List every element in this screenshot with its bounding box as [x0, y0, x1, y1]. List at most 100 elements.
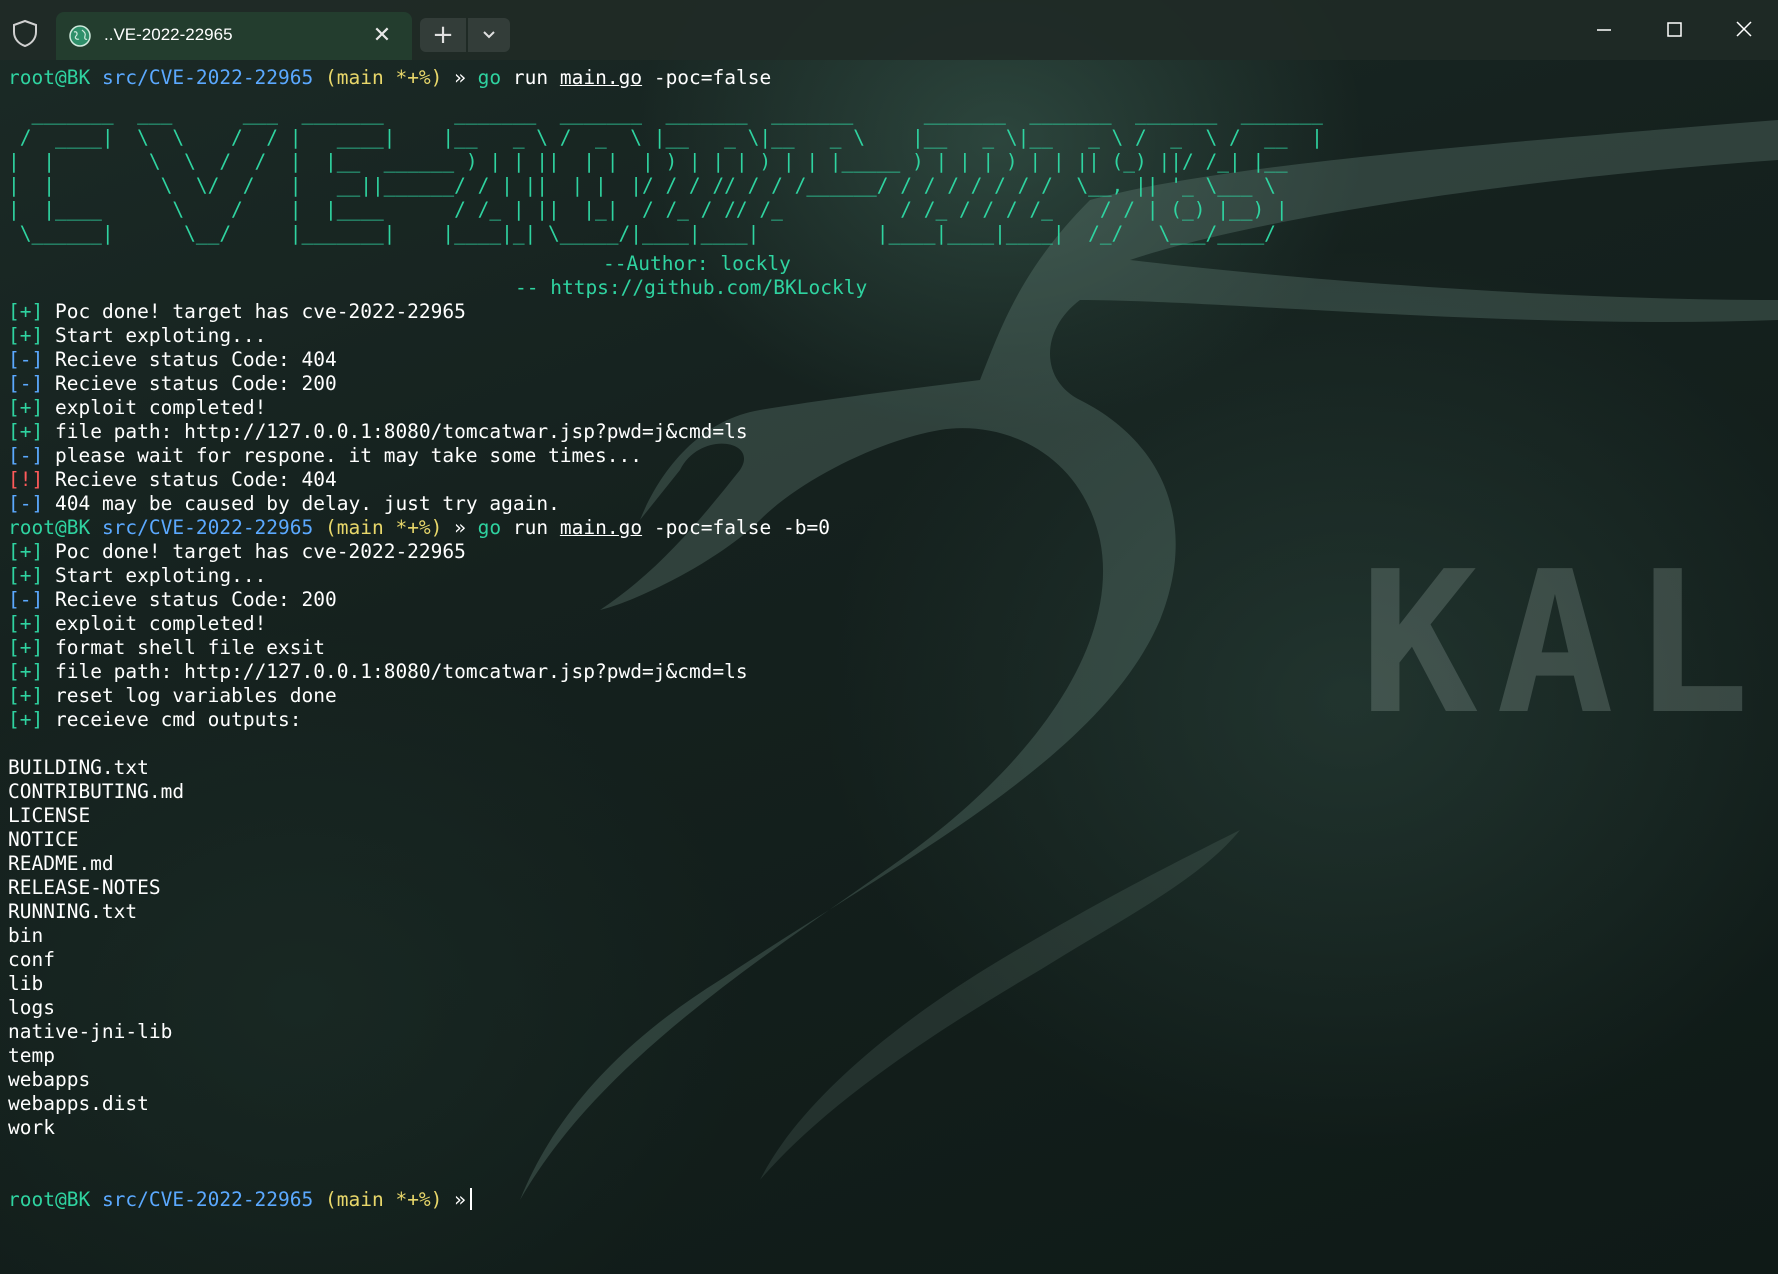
- log-marker: [+]: [8, 636, 44, 659]
- log-marker: [+]: [8, 300, 44, 323]
- log-text: file path: http://127.0.0.1:8080/tomcatw…: [54, 420, 748, 443]
- log-marker: [+]: [8, 420, 44, 443]
- log-text: Recieve status Code: 404: [54, 348, 337, 371]
- author-link[interactable]: -- https://github.com/BKLockly: [515, 276, 867, 299]
- log-text: Start exploting...: [54, 324, 267, 347]
- log-line: [+] Poc done! target has cve-2022-22965: [8, 300, 1768, 324]
- log-marker: [+]: [8, 684, 44, 707]
- command-file: main.go: [559, 516, 643, 539]
- command-file: main.go: [559, 66, 643, 89]
- cmd-output-item: native-jni-lib: [8, 1020, 173, 1043]
- output-block-1: [+] Poc done! target has cve-2022-22965[…: [8, 300, 1768, 516]
- cmd-output-item: BUILDING.txt: [8, 756, 149, 779]
- prompt-user: root@BK: [8, 66, 91, 89]
- log-line: [+] Start exploting...: [8, 564, 1768, 588]
- terminal-output[interactable]: root@BK src/CVE-2022-22965 (main *+%) » …: [8, 66, 1768, 1212]
- log-line: [!] Recieve status Code: 404: [8, 468, 1768, 492]
- prompt-user: root@BK: [8, 516, 91, 539]
- prompt-arrow: »: [454, 1188, 466, 1211]
- prompt-dir: src/CVE-2022-22965: [101, 516, 314, 539]
- command-run: run: [512, 66, 549, 89]
- log-marker: [+]: [8, 660, 44, 683]
- prompt-user: root@BK: [8, 1188, 91, 1211]
- text-cursor: [469, 1188, 472, 1210]
- title-bar: ..VE-2022-22965 ✕ +: [0, 0, 1778, 60]
- cmd-output-item: logs: [8, 996, 55, 1019]
- prompt-line-current[interactable]: root@BK src/CVE-2022-22965 (main *+%) »: [8, 1188, 1768, 1212]
- log-line: [+] file path: http://127.0.0.1:8080/tom…: [8, 660, 1768, 684]
- cmd-output-item: lib: [8, 972, 44, 995]
- log-line: [+] exploit completed!: [8, 612, 1768, 636]
- plus-icon[interactable]: +: [420, 18, 466, 52]
- tab-active[interactable]: ..VE-2022-22965 ✕: [56, 12, 412, 60]
- log-line: [+] reset log variables done: [8, 684, 1768, 708]
- prompt-arrow: »: [454, 516, 466, 539]
- cmd-output-item: RUNNING.txt: [8, 900, 138, 923]
- command-args: -poc=false: [653, 66, 772, 89]
- log-line: [-] please wait for respone. it may take…: [8, 444, 1768, 468]
- author-text: --Author: lockly: [603, 252, 791, 275]
- cmd-output-item: LICENSE: [8, 804, 91, 827]
- cmd-output-item: conf: [8, 948, 55, 971]
- log-line: [-] Recieve status Code: 404: [8, 348, 1768, 372]
- log-marker: [+]: [8, 612, 44, 635]
- log-marker: [-]: [8, 444, 44, 467]
- log-marker: [+]: [8, 324, 44, 347]
- log-line: [+] Start exploting...: [8, 324, 1768, 348]
- log-marker: [+]: [8, 564, 44, 587]
- cmd-output-item: README.md: [8, 852, 114, 875]
- log-marker: [+]: [8, 540, 44, 563]
- cmd-output-list: BUILDING.txt CONTRIBUTING.md LICENSE NOTICE…: [8, 756, 1768, 1140]
- log-text: file path: http://127.0.0.1:8080/tomcatw…: [54, 660, 748, 683]
- cmd-output-item: webapps.dist: [8, 1092, 149, 1115]
- command-go: go: [477, 516, 502, 539]
- minimize-icon[interactable]: [1574, 10, 1634, 50]
- cmd-output-item: temp: [8, 1044, 55, 1067]
- log-marker: [+]: [8, 396, 44, 419]
- command-args: -poc=false -b=0: [653, 516, 830, 539]
- log-line: [-] Recieve status Code: 200: [8, 588, 1768, 612]
- prompt-dir: src/CVE-2022-22965: [101, 1188, 314, 1211]
- log-marker: [-]: [8, 348, 44, 371]
- prompt-arrow: »: [454, 66, 466, 89]
- cmd-output-item: bin: [8, 924, 44, 947]
- prompt-git: (main *+%): [325, 1188, 443, 1211]
- prompt-line: root@BK src/CVE-2022-22965 (main *+%) » …: [8, 516, 1768, 540]
- maximize-icon[interactable]: [1644, 10, 1704, 50]
- log-marker: [+]: [8, 708, 44, 731]
- log-line: [+] Poc done! target has cve-2022-22965: [8, 540, 1768, 564]
- cmd-output-item: work: [8, 1116, 55, 1139]
- log-text: receieve cmd outputs:: [54, 708, 302, 731]
- cmd-output-item: CONTRIBUTING.md: [8, 780, 185, 803]
- cmd-output-item: NOTICE: [8, 828, 79, 851]
- log-text: Start exploting...: [54, 564, 267, 587]
- log-line: [+] format shell file exsit: [8, 636, 1768, 660]
- log-marker: [-]: [8, 588, 44, 611]
- prompt-dir: src/CVE-2022-22965: [101, 66, 314, 89]
- log-text: 404 may be caused by delay. just try aga…: [54, 492, 560, 515]
- log-line: [-] Recieve status Code: 200: [8, 372, 1768, 396]
- chevron-down-icon[interactable]: [468, 18, 510, 52]
- log-text: exploit completed!: [54, 612, 267, 635]
- prompt-git: (main *+%): [325, 66, 443, 89]
- log-text: Poc done! target has cve-2022-22965: [54, 300, 466, 323]
- log-text: Recieve status Code: 200: [54, 372, 337, 395]
- banner-author: --Author: lockly: [8, 252, 1768, 276]
- ascii-banner: _______ ___ ___ _______ _______ _______ …: [8, 102, 1323, 245]
- cmd-output-item: RELEASE-NOTES: [8, 876, 161, 899]
- tab-title: ..VE-2022-22965: [104, 25, 233, 44]
- command-go: go: [477, 66, 502, 89]
- log-marker: [-]: [8, 372, 44, 395]
- shield-icon[interactable]: [10, 18, 40, 48]
- close-icon[interactable]: [1714, 10, 1774, 50]
- log-marker: [!]: [8, 468, 44, 491]
- close-icon[interactable]: ✕: [368, 22, 396, 50]
- log-line: [+] exploit completed!: [8, 396, 1768, 420]
- prompt-git: (main *+%): [325, 516, 443, 539]
- prompt-line: root@BK src/CVE-2022-22965 (main *+%) » …: [8, 66, 1768, 90]
- command-run: run: [512, 516, 549, 539]
- globe-icon: [68, 24, 92, 48]
